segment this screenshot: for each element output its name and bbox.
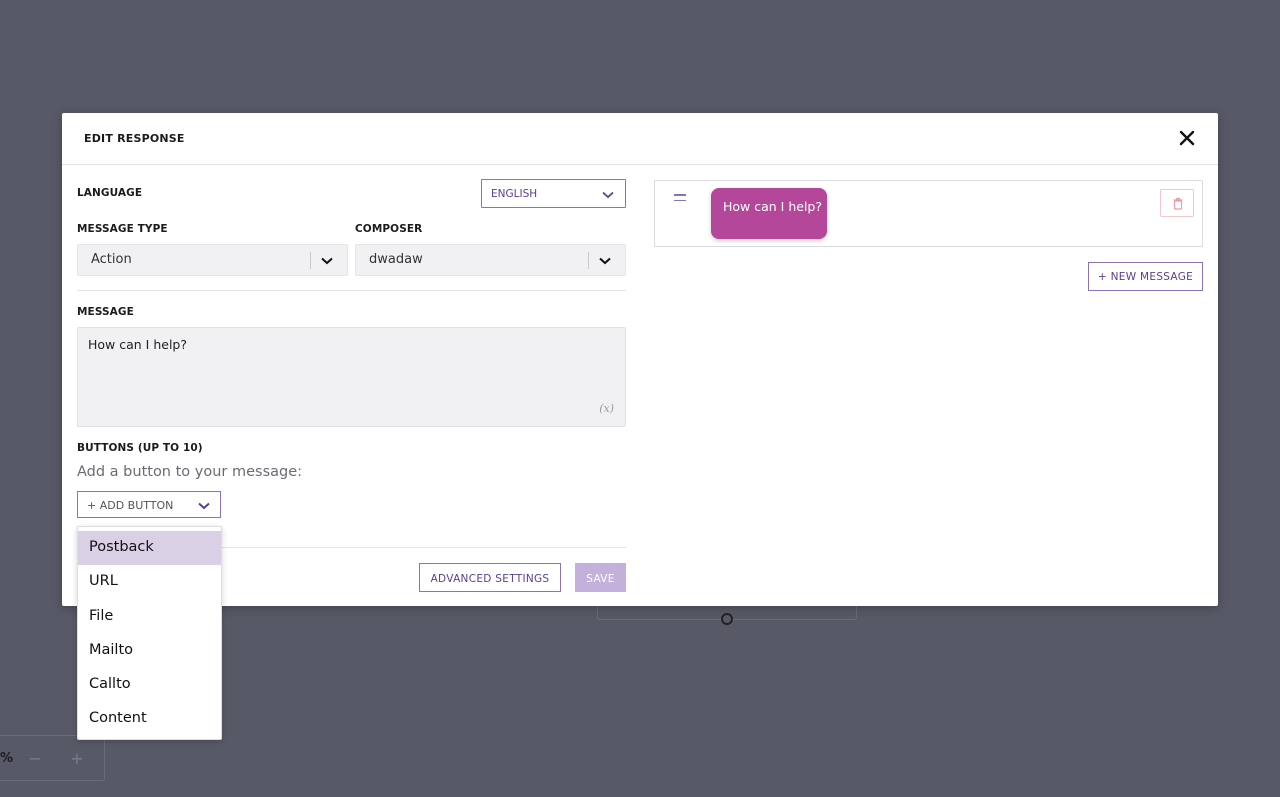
dropdown-item-content[interactable]: Content [78, 702, 221, 736]
divider [77, 290, 626, 291]
advanced-settings-button[interactable]: ADVANCED SETTINGS [419, 563, 561, 592]
zoom-in-button[interactable]: + [56, 749, 98, 768]
add-button-dropdown: Postback URL File Mailto Callto Content [77, 526, 222, 740]
add-button-select[interactable]: + ADD BUTTON [77, 491, 221, 518]
zoom-control: % − + [0, 735, 105, 781]
message-type-value: Action [91, 252, 132, 267]
close-icon[interactable] [1176, 127, 1198, 149]
chevron-down-icon [599, 257, 611, 265]
new-message-button[interactable]: + NEW MESSAGE [1088, 262, 1203, 291]
message-text: How can I help? [88, 337, 187, 352]
drag-handle-icon[interactable] [674, 194, 686, 205]
delete-message-button[interactable] [1160, 189, 1194, 217]
variable-icon[interactable]: (x) [599, 402, 614, 415]
message-preview-card: How can I help? [654, 180, 1203, 247]
canvas-node-handle[interactable] [721, 613, 733, 625]
dropdown-item-file[interactable]: File [78, 600, 221, 634]
dropdown-item-postback[interactable]: Postback [78, 531, 221, 566]
chevron-down-icon [198, 502, 210, 510]
select-separator [310, 252, 311, 269]
language-value: ENGLISH [491, 188, 538, 200]
message-type-label: MESSAGE TYPE [77, 223, 168, 235]
message-bubble[interactable]: How can I help? [711, 188, 827, 239]
composer-value: dwadaw [369, 252, 423, 267]
buttons-label: BUTTONS (UP TO 10) [77, 442, 203, 454]
language-label: LANGUAGE [77, 187, 143, 199]
zoom-out-button[interactable]: − [14, 749, 56, 768]
dropdown-item-url[interactable]: URL [78, 565, 221, 599]
save-button[interactable]: SAVE [575, 563, 626, 592]
modal-title: EDIT RESPONSE [84, 132, 185, 145]
message-label: MESSAGE [77, 306, 134, 318]
trash-icon [1173, 197, 1183, 210]
chevron-down-icon [321, 257, 333, 265]
dropdown-item-callto[interactable]: Callto [78, 668, 221, 702]
select-separator [588, 252, 589, 269]
buttons-hint: Add a button to your message: [77, 464, 303, 480]
dropdown-item-mailto[interactable]: Mailto [78, 634, 221, 668]
composer-select[interactable]: dwadaw [355, 244, 626, 276]
edit-response-modal: EDIT RESPONSE LANGUAGE ENGLISH MESSAGE T… [62, 113, 1218, 606]
composer-label: COMPOSER [355, 223, 423, 235]
add-button-label: + ADD BUTTON [87, 499, 174, 512]
zoom-level: % [0, 750, 14, 766]
message-type-select[interactable]: Action [77, 244, 348, 276]
message-input[interactable]: How can I help? (x) [77, 327, 626, 427]
modal-header: EDIT RESPONSE [62, 113, 1218, 165]
language-select[interactable]: ENGLISH [481, 179, 626, 208]
chevron-down-icon [602, 191, 614, 199]
